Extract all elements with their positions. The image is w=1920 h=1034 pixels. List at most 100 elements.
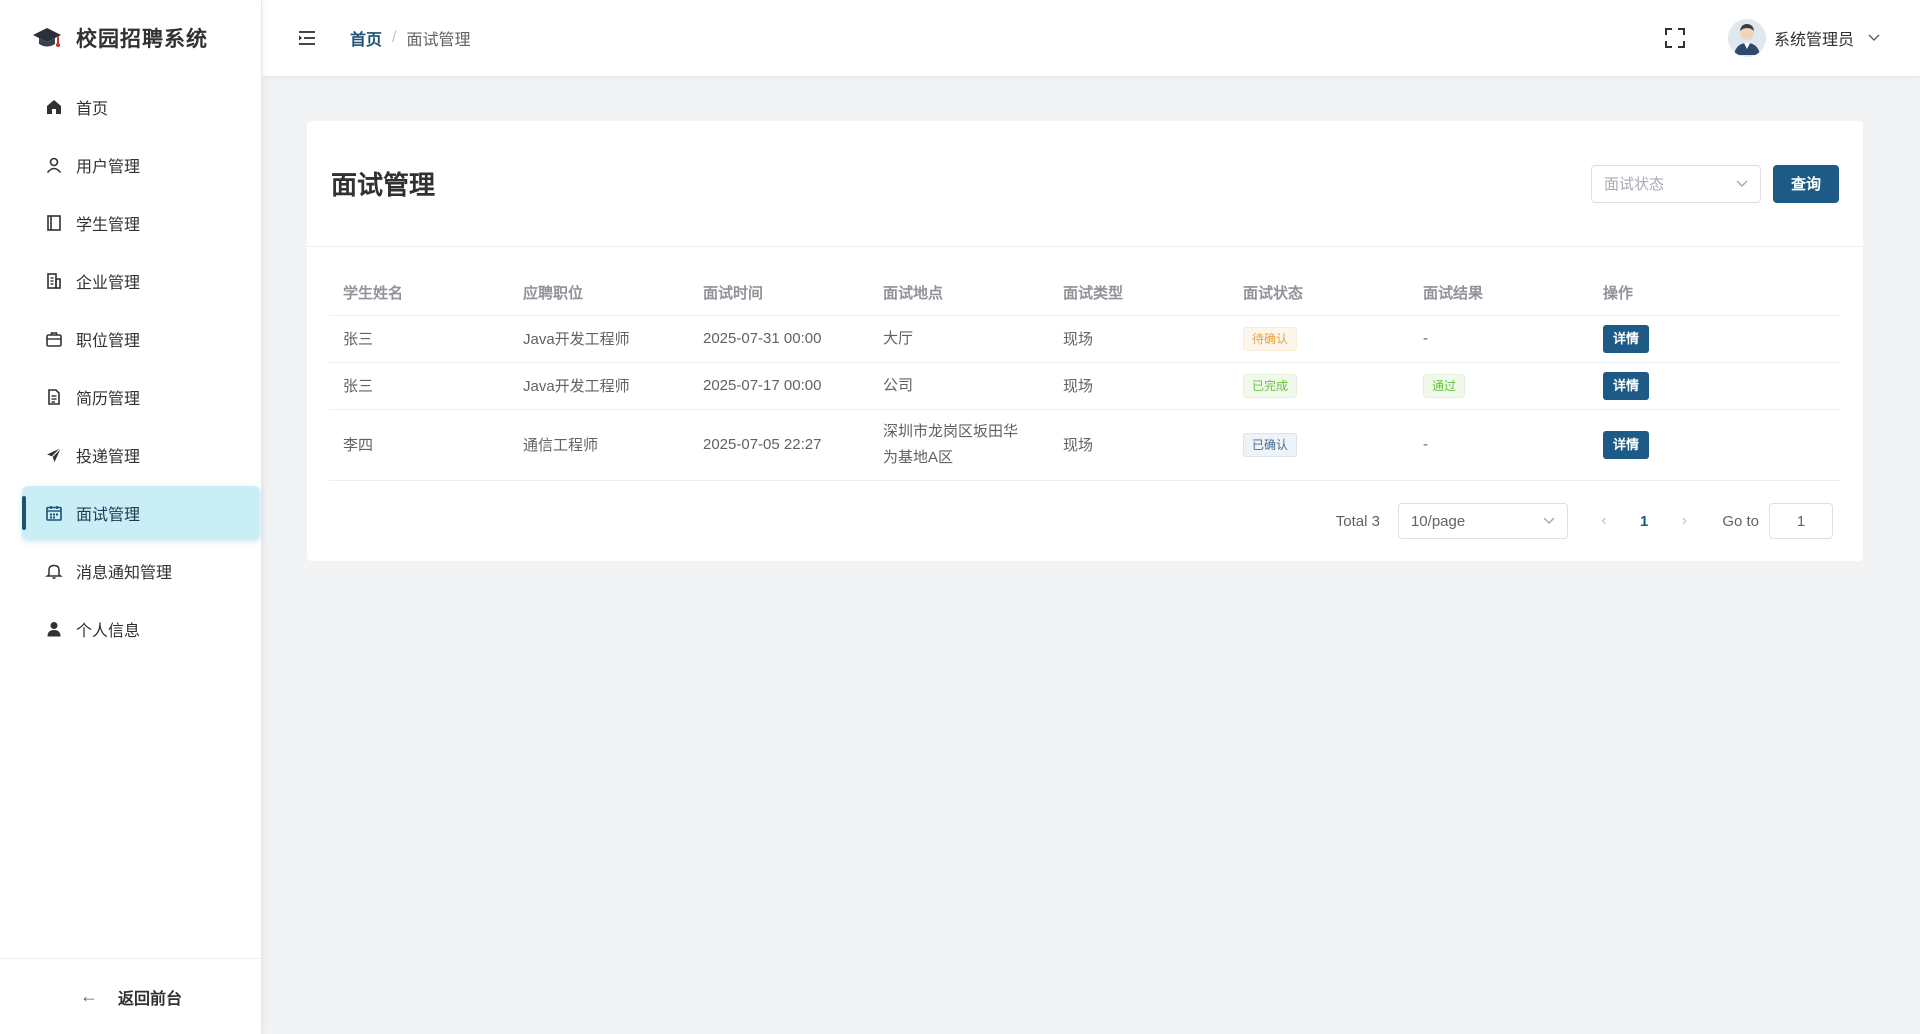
- cell-type: 现场: [1049, 409, 1229, 481]
- sidebar: 校园招聘系统 首页 用户管理 学生管理 企业管理 职位管理 简历管理 投递管理 …: [0, 0, 262, 1034]
- chevron-down-icon: [1868, 34, 1880, 42]
- card-header: 面试管理 面试状态 查询: [307, 121, 1863, 247]
- cell-position: Java开发工程师: [509, 315, 689, 363]
- sidebar-item-label: 消息通知管理: [76, 565, 173, 582]
- document-icon: [44, 387, 64, 407]
- cell-location: 公司: [869, 362, 1049, 410]
- sidebar-item-profile[interactable]: 个人信息: [22, 602, 260, 656]
- location-line: 公司: [883, 376, 914, 394]
- col-student-name: 学生姓名: [329, 271, 509, 316]
- app-title: 校园招聘系统: [76, 28, 208, 51]
- building-icon: [44, 271, 64, 291]
- pagination: Total 3 10/page ‹ 1 › Go to 1: [1336, 503, 1833, 539]
- chevron-down-icon: [1543, 517, 1555, 525]
- cell-status: 已完成: [1229, 362, 1409, 410]
- cell-student: 李四: [329, 409, 509, 481]
- table-row: 张三 Java开发工程师 2025-07-31 00:00 大厅 现场 待确认 …: [329, 315, 1841, 363]
- sidebar-item-deliveries[interactable]: 投递管理: [22, 428, 260, 482]
- sidebar-item-positions[interactable]: 职位管理: [22, 312, 260, 366]
- sidebar-item-interviews[interactable]: 面试管理: [22, 486, 260, 540]
- interview-status-select[interactable]: 面试状态: [1590, 164, 1761, 203]
- user-dropdown[interactable]: 系统管理员: [1727, 19, 1880, 57]
- sidebar-item-notifications[interactable]: 消息通知管理: [22, 544, 260, 598]
- prev-page-button[interactable]: ‹: [1594, 512, 1614, 530]
- result-badge: 通过: [1423, 373, 1466, 398]
- sidebar-item-students[interactable]: 学生管理: [22, 196, 260, 250]
- home-icon: [44, 97, 64, 117]
- col-interview-location: 面试地点: [869, 271, 1049, 316]
- col-actions: 操作: [1589, 271, 1841, 316]
- interview-management-card: 面试管理 面试状态 查询 学生姓名 应聘职位 面试时间 面试地点 面试类型 面试…: [307, 121, 1863, 561]
- cell-location: 深圳市龙岗区坂田华 为基地A区: [869, 409, 1049, 481]
- cell-action: 详情: [1589, 409, 1841, 481]
- sidebar-item-home[interactable]: 首页: [22, 80, 260, 134]
- goto-label: Go to: [1722, 512, 1759, 530]
- status-select-placeholder: 面试状态: [1603, 176, 1664, 193]
- cell-student: 张三: [329, 362, 509, 410]
- back-to-frontend-button[interactable]: ← 返回前台: [0, 958, 262, 1034]
- bell-icon: [44, 561, 64, 581]
- table-header-row: 学生姓名 应聘职位 面试时间 面试地点 面试类型 面试状态 面试结果 操作: [329, 271, 1841, 316]
- page-size-select[interactable]: 10/page: [1397, 503, 1568, 539]
- top-header: 首页 / 面试管理 系统管理员: [262, 0, 1920, 76]
- cell-result: 通过: [1409, 362, 1589, 410]
- header-right: 系统管理员: [1662, 19, 1880, 57]
- user-name: 系统管理员: [1773, 32, 1854, 49]
- breadcrumb-current: 面试管理: [406, 32, 471, 49]
- goto-page-input[interactable]: 1: [1769, 503, 1833, 539]
- cell-status: 已确认: [1229, 409, 1409, 481]
- col-interview-time: 面试时间: [689, 271, 869, 316]
- table-row: 李四 通信工程师 2025-07-05 22:27 深圳市龙岗区坂田华 为基地A…: [329, 409, 1841, 481]
- next-page-button[interactable]: ›: [1674, 512, 1694, 530]
- sidebar-item-label: 企业管理: [76, 275, 141, 292]
- sidebar-item-label: 职位管理: [76, 333, 141, 350]
- detail-button[interactable]: 详情: [1603, 324, 1650, 353]
- back-to-frontend-label: 返回前台: [117, 990, 182, 1008]
- status-badge: 已确认: [1243, 432, 1298, 457]
- chevron-down-icon: [1736, 179, 1748, 187]
- page-number[interactable]: 1: [1640, 513, 1648, 530]
- col-interview-status: 面试状态: [1229, 271, 1409, 316]
- send-icon: [44, 445, 64, 465]
- sidebar-item-resumes[interactable]: 简历管理: [22, 370, 260, 424]
- sidebar-item-label: 面试管理: [76, 507, 141, 524]
- sidebar-item-label: 用户管理: [76, 159, 141, 176]
- pagination-total: Total 3: [1335, 512, 1380, 530]
- sidebar-item-users[interactable]: 用户管理: [22, 138, 260, 192]
- avatar: [1727, 19, 1766, 57]
- breadcrumb-home-link[interactable]: 首页: [350, 26, 382, 50]
- detail-button[interactable]: 详情: [1603, 371, 1650, 400]
- location-line: 深圳市龙岗区坂田华: [883, 422, 1019, 440]
- sidebar-item-label: 简历管理: [76, 391, 141, 408]
- cell-time: 2025-07-31 00:00: [689, 315, 869, 363]
- cell-result: -: [1409, 409, 1589, 481]
- sidebar-item-label: 投递管理: [76, 449, 141, 466]
- query-button[interactable]: 查询: [1772, 164, 1839, 203]
- fullscreen-button[interactable]: [1662, 25, 1688, 51]
- detail-button[interactable]: 详情: [1603, 430, 1650, 459]
- breadcrumb-separator: /: [392, 29, 397, 46]
- breadcrumb: 首页 / 面试管理: [350, 26, 470, 50]
- col-interview-type: 面试类型: [1049, 271, 1229, 316]
- person-icon: [44, 619, 64, 639]
- interview-table: 学生姓名 应聘职位 面试时间 面试地点 面试类型 面试状态 面试结果 操作 张三…: [329, 271, 1841, 481]
- location-line: 大厅: [883, 329, 914, 347]
- user-icon: [44, 155, 64, 175]
- menu-fold-icon: [299, 31, 315, 45]
- sidebar-menu: 首页 用户管理 学生管理 企业管理 职位管理 简历管理 投递管理 面试管理 消息…: [0, 80, 261, 656]
- calendar-icon: [44, 503, 64, 523]
- menu-collapse-button[interactable]: [292, 23, 322, 53]
- cell-action: 详情: [1589, 362, 1841, 410]
- cell-location: 大厅: [869, 315, 1049, 363]
- col-interview-result: 面试结果: [1409, 271, 1589, 316]
- brand: 校园招聘系统: [0, 0, 261, 76]
- page-size-value: 10/page: [1410, 512, 1466, 530]
- col-position: 应聘职位: [509, 271, 689, 316]
- sidebar-item-companies[interactable]: 企业管理: [22, 254, 260, 308]
- cell-status: 待确认: [1229, 315, 1409, 363]
- cell-time: 2025-07-17 00:00: [689, 362, 869, 410]
- cell-position: Java开发工程师: [509, 362, 689, 410]
- table-row: 张三 Java开发工程师 2025-07-17 00:00 公司 现场 已完成 …: [329, 362, 1841, 410]
- sidebar-item-label: 个人信息: [76, 623, 141, 640]
- location-line: 为基地A区: [883, 448, 954, 466]
